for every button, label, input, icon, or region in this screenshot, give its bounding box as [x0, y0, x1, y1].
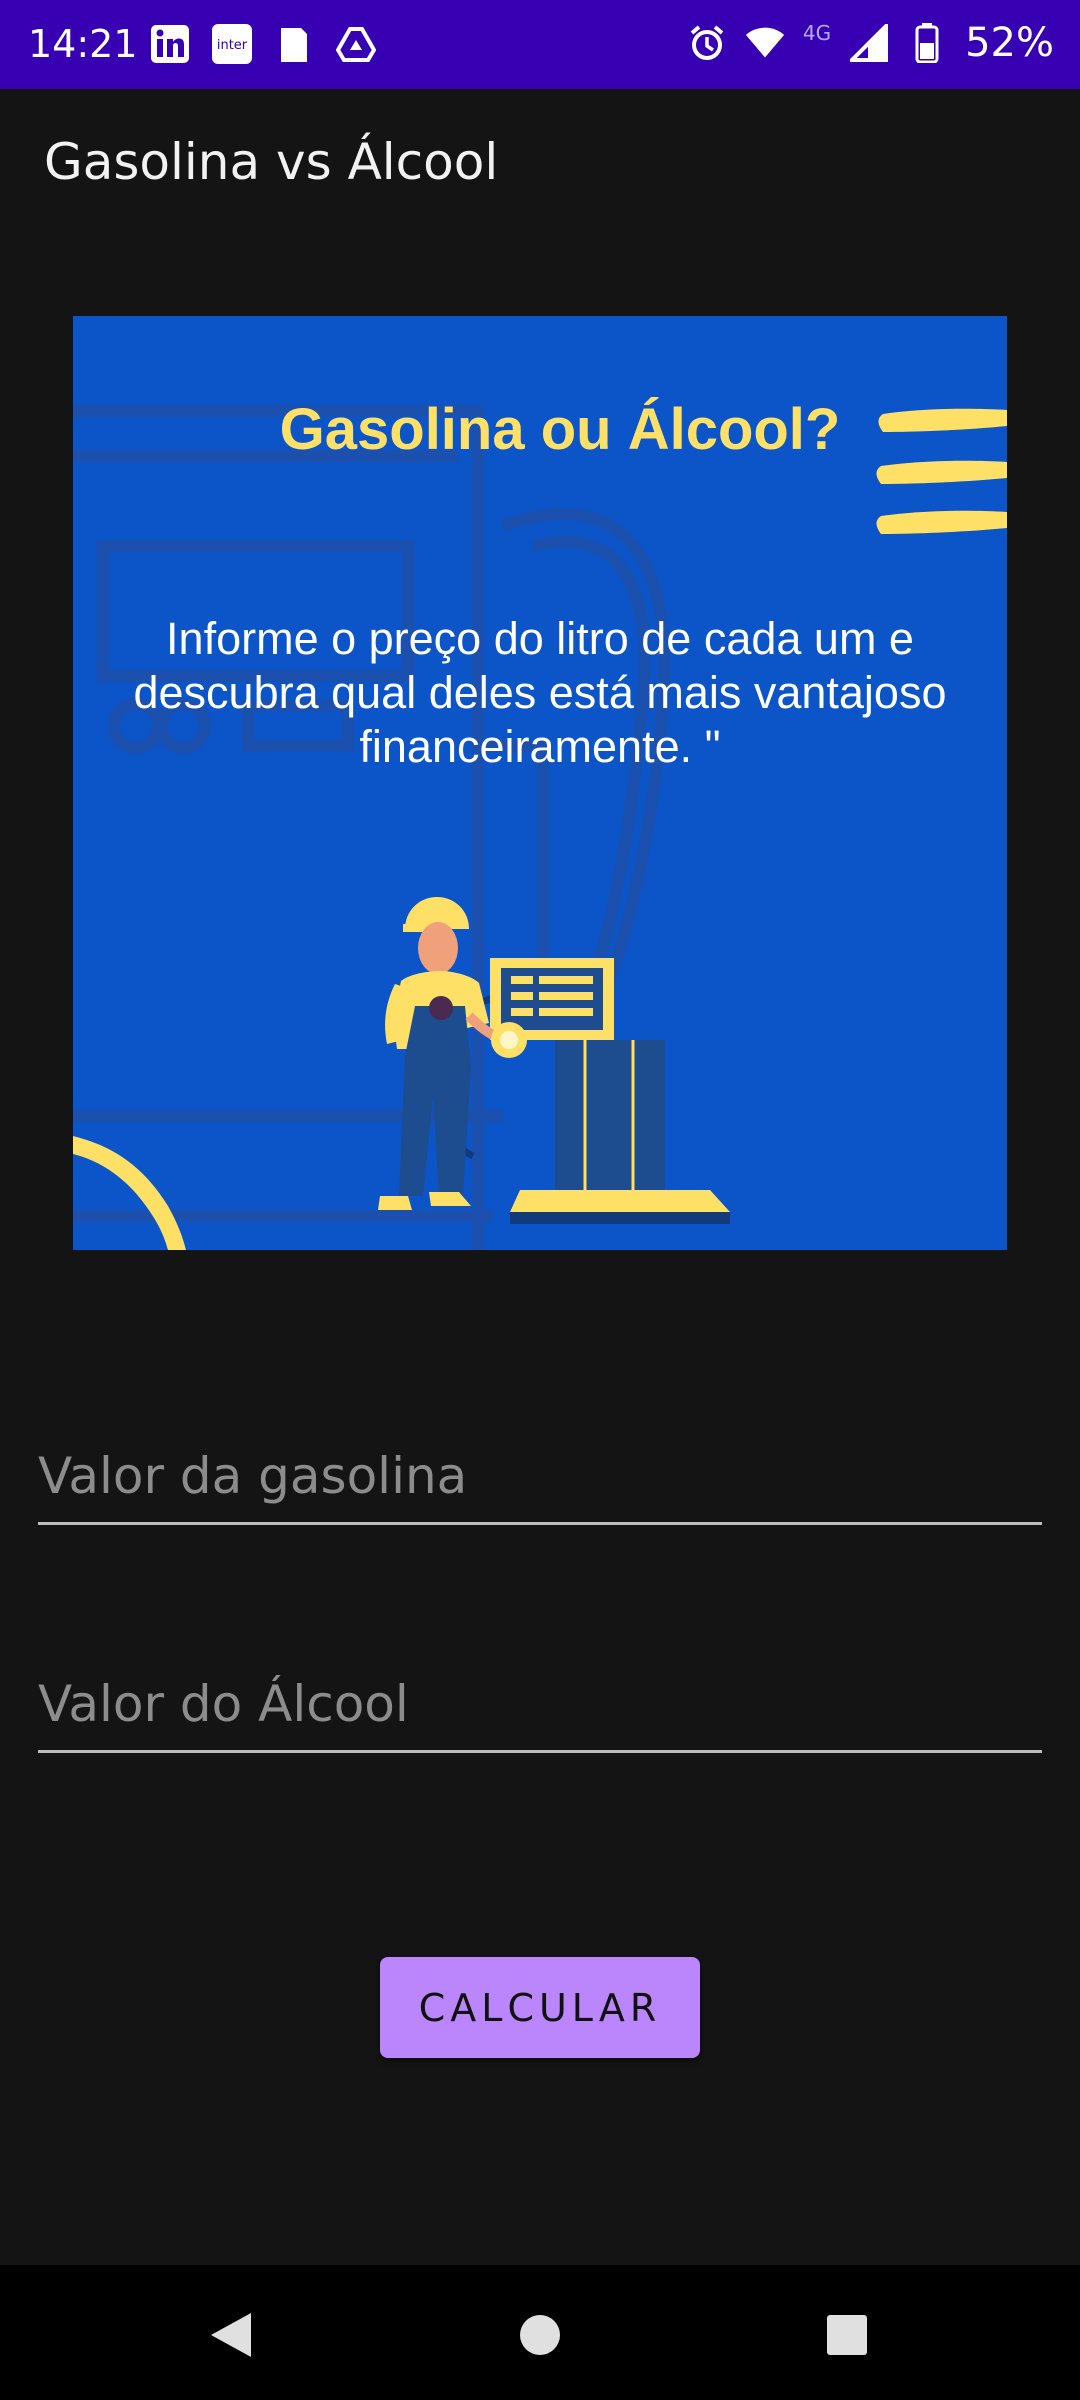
back-icon[interactable] — [200, 2305, 260, 2365]
recents-icon[interactable] — [817, 2305, 877, 2365]
inter-app-icon: inter — [212, 24, 252, 64]
battery-icon — [907, 23, 947, 63]
home-icon[interactable] — [510, 2305, 570, 2365]
banner-text: Informe o preço do litro de cada um e de… — [133, 613, 947, 772]
notification-icons: inter — [150, 24, 376, 64]
linkedin-icon — [150, 24, 190, 64]
gasoline-field[interactable] — [38, 1430, 1042, 1525]
wifi-icon — [745, 23, 785, 63]
drive-icon — [336, 24, 376, 64]
network-type: 4G — [802, 21, 832, 45]
document-icon — [274, 24, 314, 64]
banner-title: Gasolina ou Álcool? — [279, 397, 841, 462]
status-bar: 14:21 inter 4G 52% — [0, 0, 1080, 89]
system-icons: 4G 52% — [687, 20, 1054, 66]
alcohol-field[interactable] — [38, 1658, 1042, 1753]
alcohol-input[interactable] — [38, 1658, 1042, 1750]
app-title: Gasolina vs Álcool — [44, 133, 499, 191]
alarm-icon — [687, 23, 727, 63]
inter-app-label: inter — [217, 38, 248, 53]
calculate-button[interactable]: CALCULAR — [380, 1957, 700, 2058]
banner-image: Gasolina ou Álcool? Informe o preço do l… — [73, 316, 1007, 1250]
status-time: 14:21 — [28, 22, 138, 66]
navigation-bar — [0, 2265, 1080, 2400]
signal-icon — [849, 23, 889, 63]
gasoline-input[interactable] — [38, 1430, 1042, 1522]
app-bar: Gasolina vs Álcool — [0, 89, 1080, 249]
battery-percent: 52% — [965, 20, 1054, 66]
